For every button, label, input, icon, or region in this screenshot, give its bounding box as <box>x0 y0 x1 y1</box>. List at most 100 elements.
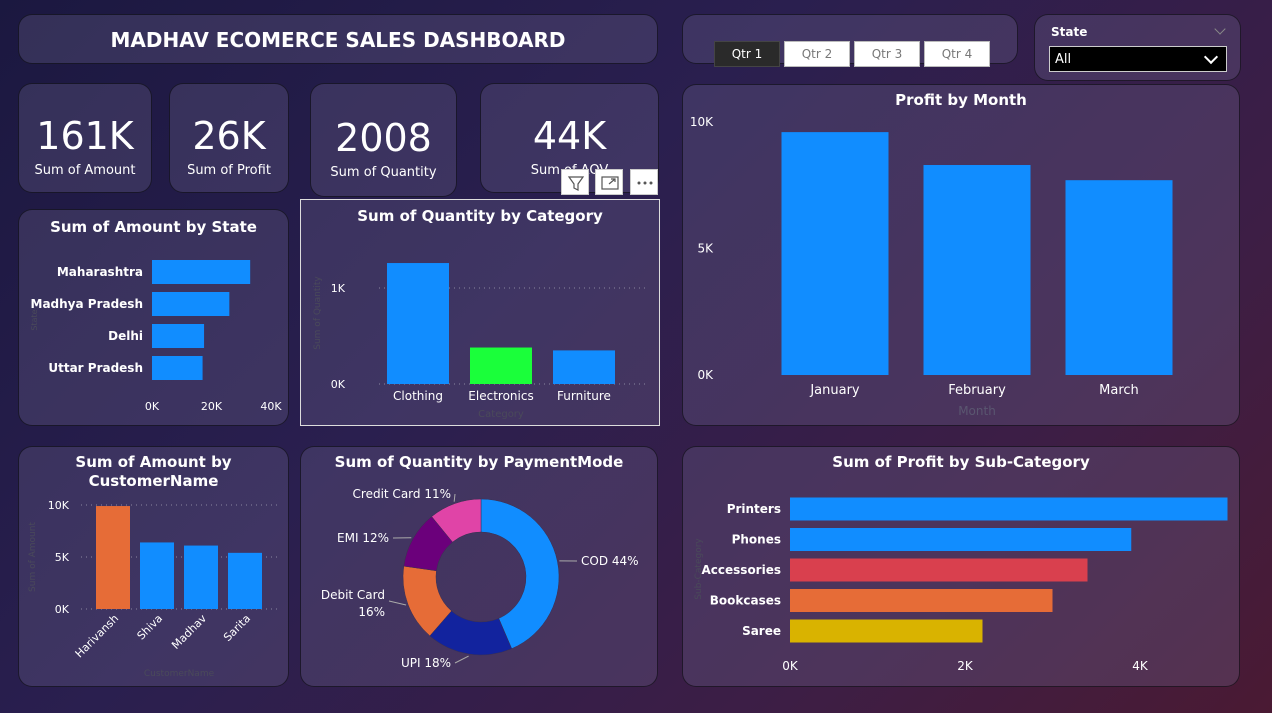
y-tick-label: 0K <box>697 368 714 382</box>
bar-uttar-pradesh <box>152 356 203 380</box>
profit-by-month-chart: 0K 5K 10K January February March Month <box>690 115 1173 418</box>
leader-line <box>454 655 469 664</box>
kpi-quantity-card[interactable]: 2008 Sum of Quantity <box>310 83 457 197</box>
slice-label: Debit Card <box>321 588 385 602</box>
qtr-3-button[interactable]: Qtr 3 <box>854 41 920 67</box>
leader-line <box>453 493 456 502</box>
bar-march <box>1065 180 1173 375</box>
kpi-amount-label: Sum of Amount <box>34 163 136 178</box>
bar-january <box>781 132 889 375</box>
slice-label: COD 44% <box>581 554 639 568</box>
state-slicer-label: State <box>1051 25 1088 39</box>
x-tick-label: Shiva <box>135 612 166 643</box>
x-tick-label: Sarita <box>221 612 253 644</box>
bar-phones <box>790 528 1132 551</box>
bar-february <box>923 165 1031 375</box>
bar-saree <box>790 619 983 643</box>
amount-by-customer-card[interactable]: Sum of Amount by CustomerName 0K 5K 10K Har… <box>18 446 289 687</box>
bar-sarita <box>228 552 262 609</box>
bar-bookcases <box>790 589 1053 612</box>
y-tick-label: 1K <box>331 282 346 295</box>
y-tick-label: 5K <box>55 551 70 564</box>
y-tick-label: Accessories <box>702 563 782 577</box>
kpi-profit-value: 26K <box>192 114 266 158</box>
kpi-quantity-value: 2008 <box>335 116 432 160</box>
profit-by-subcategory-chart: Printers Phones Accessories Bookcases Saree 0… <box>694 497 1228 673</box>
x-tick-label: 4K <box>1132 659 1149 673</box>
y-tick-label: 0K <box>55 603 70 616</box>
slice-label: 16% <box>358 605 385 619</box>
x-tick-label: February <box>948 383 1006 398</box>
x-tick-label: March <box>1099 383 1139 398</box>
kpi-amount-value: 161K <box>36 114 134 158</box>
amount-by-state-card[interactable]: Sum of Amount by State Maharashtra Madhya… <box>18 209 289 426</box>
quantity-by-payment-chart: COD 44% UPI 18% Debit Card 16% EMI 12% Credit… <box>321 487 639 670</box>
amount-by-customer-chart: 0K 5K 10K Harivansh Shiva Madhav Sarita Custome… <box>28 499 281 679</box>
quantity-by-payment-card[interactable]: Sum of Quantity by PaymentMode COD 44% UP… <box>300 446 658 687</box>
more-options-icon <box>637 181 653 185</box>
state-dropdown[interactable]: All <box>1049 46 1227 72</box>
filter-icon <box>567 176 585 191</box>
x-tick-label: Madhav <box>169 612 209 652</box>
bar-accessories <box>790 558 1088 582</box>
x-tick-label: Harivansh <box>73 612 121 660</box>
bar-delhi <box>152 324 205 348</box>
profit-by-subcategory-card[interactable]: Sum of Profit by Sub-Category Printers Ph… <box>682 446 1240 687</box>
x-tick-label: 0K <box>145 400 160 413</box>
kpi-aov-value: 44K <box>532 114 607 158</box>
bar-shiva <box>140 542 174 609</box>
leader-line <box>388 600 407 606</box>
y-tick-label: Bookcases <box>710 594 781 608</box>
y-tick-label: Delhi <box>108 329 143 343</box>
y-tick-label: Uttar Pradesh <box>48 361 143 375</box>
x-axis-label: CustomerName <box>144 669 215 679</box>
kpi-profit-card[interactable]: 26K Sum of Profit <box>169 83 289 193</box>
y-tick-label: 10K <box>48 499 70 512</box>
y-tick-label: Phones <box>732 533 781 547</box>
y-axis-label: State <box>30 309 39 330</box>
bar-furniture <box>553 350 615 384</box>
y-tick-label: Printers <box>727 502 781 516</box>
kpi-amount-card[interactable]: 161K Sum of Amount <box>18 83 152 193</box>
profit-by-month-card[interactable]: Profit by Month 0K 5K 10K January February Ma… <box>682 84 1240 426</box>
y-tick-label: 5K <box>697 242 714 256</box>
filter-icon-button[interactable] <box>561 169 589 195</box>
kpi-quantity-label: Sum of Quantity <box>330 165 437 180</box>
x-tick-label: 2K <box>957 659 974 673</box>
x-tick-label: Furniture <box>557 389 611 403</box>
dropdown-chevron-icon <box>1203 49 1219 65</box>
x-tick-label: January <box>809 383 860 398</box>
slice-label: UPI 18% <box>401 656 451 670</box>
focus-mode-icon-button[interactable] <box>595 169 623 195</box>
y-tick-label: Saree <box>742 624 781 638</box>
kpi-profit-label: Sum of Profit <box>187 163 271 178</box>
qtr-4-button[interactable]: Qtr 4 <box>924 41 990 67</box>
slice-label: Credit Card 11% <box>353 487 451 501</box>
bar-madhav <box>184 545 218 609</box>
chevron-down-icon[interactable] <box>1214 23 1226 35</box>
state-slicer: State All <box>1034 14 1241 81</box>
state-dropdown-value: All <box>1055 52 1072 67</box>
x-tick-label: Electronics <box>468 389 533 403</box>
y-axis-label: Sum of Quantity <box>313 276 323 350</box>
qtr-2-button[interactable]: Qtr 2 <box>784 41 850 67</box>
y-axis-label: Sum of Amount <box>28 522 38 592</box>
x-axis-label: Category <box>478 409 524 420</box>
y-tick-label: 0K <box>331 378 346 391</box>
y-tick-label: 10K <box>690 115 714 129</box>
x-tick-label: Clothing <box>393 389 443 403</box>
y-tick-label: Madhya Pradesh <box>31 297 144 311</box>
bar-printers <box>790 497 1228 521</box>
quantity-by-category-card[interactable]: Sum of Quantity by Category 0K 1K Clothing… <box>300 199 660 426</box>
x-tick-label: 40K <box>260 400 282 413</box>
more-options-icon-button[interactable] <box>630 169 658 195</box>
x-tick-label: 0K <box>782 659 799 673</box>
bar-maharashtra <box>152 260 251 284</box>
y-tick-label: Maharashtra <box>57 265 143 279</box>
quantity-by-category-chart: 0K 1K Clothing Electronics Furniture Category… <box>313 263 649 420</box>
bar-harivansh <box>96 506 130 609</box>
amount-by-state-chart: Maharashtra Madhya Pradesh Delhi Uttar Prad… <box>30 260 282 413</box>
quarter-slicer: Qtr 1 Qtr 2 Qtr 3 Qtr 4 <box>682 14 1018 67</box>
page-title: MADHAV ECOMERCE SALES DASHBOARD <box>110 28 566 52</box>
qtr-1-button[interactable]: Qtr 1 <box>714 41 780 67</box>
